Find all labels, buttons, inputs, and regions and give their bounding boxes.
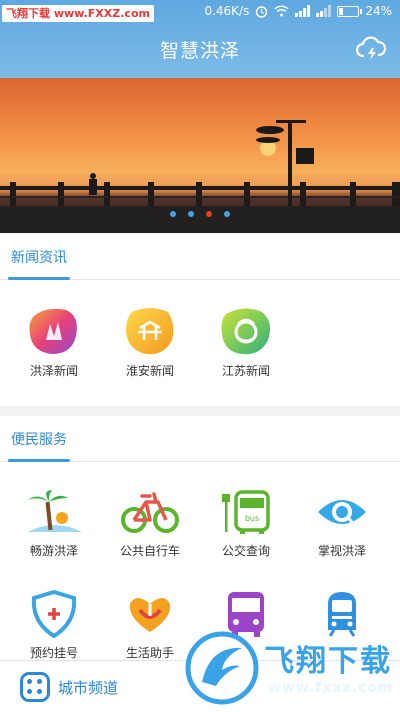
watermark-badge: 飞翔下载 www.FXXZ.com [2, 5, 154, 22]
watermark-logo-icon [185, 631, 259, 705]
svg-text:bus: bus [245, 514, 259, 523]
battery-percent: 24% [365, 4, 392, 18]
network-speed: 0.46K/s [204, 4, 250, 18]
wifi-icon [274, 5, 289, 17]
watermark-url: www.fxxz.com [268, 680, 394, 696]
section-underline [8, 277, 70, 280]
status-icons: 0.46K/s 24% [204, 4, 392, 18]
service-item-label: 畅游洪泽 [29, 544, 78, 558]
cloud-lightning-icon[interactable] [354, 34, 388, 62]
alarm-icon [256, 5, 268, 18]
service-item-label: 公共自行车 [119, 544, 180, 558]
hongze-news-icon [29, 308, 77, 354]
palm-tree-icon [28, 490, 82, 532]
news-section-title: 新闻资讯 [11, 250, 67, 266]
service-item-label: 掌视洪泽 [317, 544, 366, 558]
overlay-watermark: 飞翔下载 www.fxxz.com [182, 624, 394, 712]
service-item-tourism[interactable]: 畅游洪泽 [6, 488, 102, 559]
news-item-label: 洪泽新闻 [29, 364, 78, 378]
banner-carousel[interactable] [0, 78, 400, 233]
news-item-label: 江苏新闻 [221, 364, 270, 378]
service-item-label: 预约挂号 [29, 646, 78, 660]
app-header: 飞翔下载 www.FXXZ.com 0.46K/s 24% 智慧洪泽 [0, 0, 400, 78]
carousel-indicators [0, 202, 400, 221]
city-channel-button[interactable]: 城市频道 [58, 677, 118, 698]
news-item-hongze[interactable]: 洪泽新闻 [6, 306, 102, 379]
watermark-text: 飞翔下载 [264, 644, 392, 679]
services-section-header: 便民服务 [0, 416, 400, 462]
bus-stop-icon: bus [222, 490, 270, 534]
carousel-dot[interactable] [206, 211, 212, 217]
medical-shield-icon [31, 590, 77, 638]
signal-icon-1 [295, 5, 311, 17]
page-title: 智慧洪泽 [159, 40, 240, 62]
carousel-dot[interactable] [188, 211, 194, 217]
city-grid-icon[interactable] [20, 672, 50, 702]
service-item-bus-query[interactable]: bus 公交查询 [198, 488, 294, 559]
news-item-huaian[interactable]: 淮安新闻 [102, 306, 198, 379]
news-item-label: 淮安新闻 [125, 364, 174, 378]
news-item-jiangsu[interactable]: 江苏新闻 [198, 306, 294, 379]
news-section: 新闻资讯 洪泽新闻 淮安新闻 江苏新闻 [0, 234, 400, 406]
huaian-news-icon [126, 308, 174, 355]
signal-icon-2 [316, 5, 332, 17]
carousel-dot[interactable] [170, 211, 176, 217]
service-item-video[interactable]: 掌视洪泽 [294, 488, 390, 559]
services-section-title: 便民服务 [11, 432, 67, 448]
battery-icon [337, 5, 363, 17]
jiangsu-news-icon [221, 308, 270, 355]
bicycle-icon [121, 492, 179, 533]
section-underline [8, 459, 70, 462]
status-bar: 飞翔下载 www.FXXZ.com 0.46K/s 24% [0, 0, 400, 24]
service-item-bicycle[interactable]: 公共自行车 [102, 488, 198, 559]
carousel-dot[interactable] [224, 211, 230, 217]
news-section-header: 新闻资讯 [0, 234, 400, 280]
service-item-label: 公交查询 [221, 544, 270, 558]
eye-icon [318, 500, 366, 524]
heart-hands-icon [129, 598, 171, 632]
service-item-appointment[interactable]: 预约挂号 [6, 590, 102, 660]
